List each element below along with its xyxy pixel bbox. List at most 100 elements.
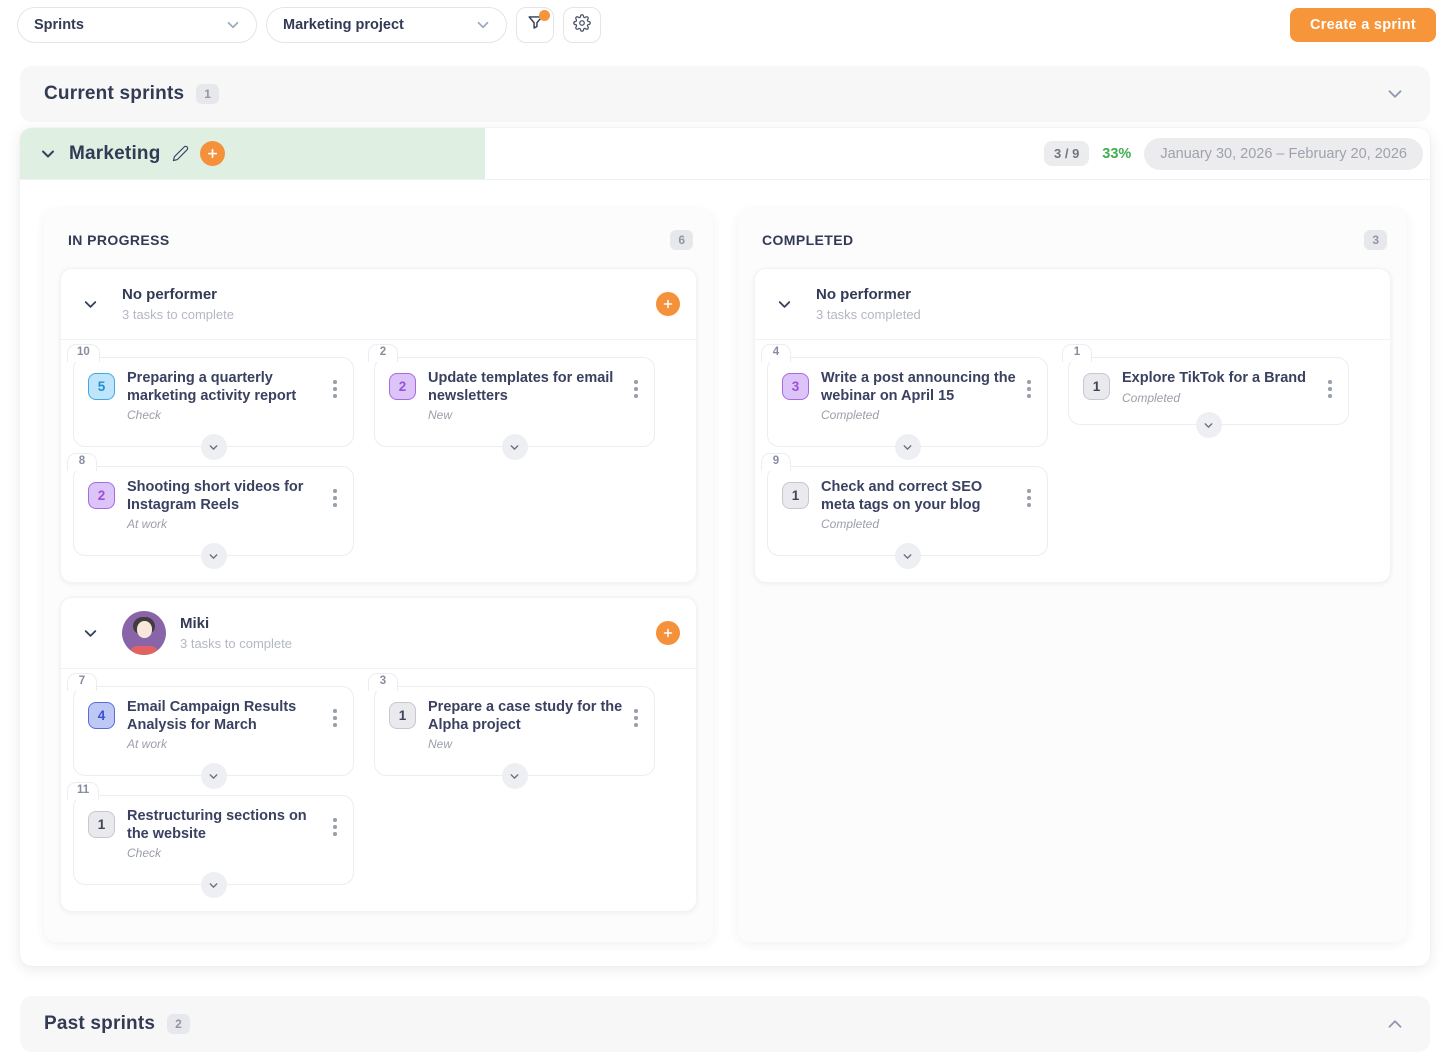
group-subtitle: 3 tasks completed [816, 307, 921, 322]
expand-task-chevron-icon[interactable] [201, 543, 227, 569]
gear-icon [573, 14, 591, 37]
task-id-tab: 7 [67, 673, 97, 691]
sprint-header: Marketing 3 / 9 33% January 30, 2026 – F… [20, 128, 1430, 180]
task-menu-icon[interactable] [325, 808, 345, 884]
task-menu-icon[interactable] [325, 479, 345, 555]
group-name: Miki [180, 615, 292, 632]
view-select[interactable]: Sprints [17, 7, 257, 43]
task-menu-icon[interactable] [1019, 370, 1039, 446]
column-title: COMPLETED [762, 232, 854, 248]
expand-task-chevron-icon[interactable] [201, 763, 227, 789]
expand-task-chevron-icon[interactable] [502, 434, 528, 460]
group-name: No performer [122, 286, 234, 303]
expand-task-chevron-icon[interactable] [201, 872, 227, 898]
create-sprint-button[interactable]: Create a sprint [1290, 8, 1436, 42]
task-menu-icon[interactable] [626, 699, 646, 775]
story-points-badge: 1 [1083, 373, 1110, 400]
settings-button[interactable] [563, 7, 601, 43]
task-status: New [428, 408, 626, 422]
task-status: Completed [1122, 391, 1320, 405]
task-title: Update templates for email newsletters [428, 370, 626, 405]
sprint-progress-percent: 33% [1102, 146, 1131, 162]
expand-task-chevron-icon[interactable] [895, 543, 921, 569]
group-header: Miki 3 tasks to complete [61, 598, 696, 669]
task-card[interactable]: 1 1 Explore TikTok for a Brand Completed [1068, 357, 1349, 425]
task-status: Check [127, 846, 325, 860]
task-id-tab: 3 [368, 673, 398, 691]
task-card[interactable]: 9 1 Check and correct SEO meta tags on y… [767, 466, 1048, 556]
avatar [122, 611, 166, 655]
task-id-tab: 9 [761, 453, 791, 471]
project-select-value: Marketing project [283, 17, 404, 33]
task-menu-icon[interactable] [1019, 479, 1039, 555]
task-card[interactable]: 11 1 Restructuring sections on the websi… [73, 795, 354, 885]
expand-task-chevron-icon[interactable] [502, 763, 528, 789]
chevron-down-icon [474, 16, 492, 34]
collapse-chevron-icon[interactable] [1384, 1013, 1406, 1035]
task-title: Explore TikTok for a Brand [1122, 370, 1320, 388]
column-in-progress: IN PROGRESS 6 No performer 3 tasks to co… [44, 210, 713, 942]
sprint-progress-fraction: 3 / 9 [1044, 141, 1089, 166]
group-collapse-chevron-icon[interactable] [775, 295, 794, 314]
view-select-value: Sprints [34, 17, 84, 33]
toolbar: Sprints Marketing project Create a sprin… [0, 0, 1450, 43]
sprint-header-left: Marketing [20, 128, 485, 179]
task-menu-icon[interactable] [1320, 370, 1340, 424]
group-header: No performer 3 tasks completed [755, 269, 1390, 340]
task-card[interactable]: 8 2 Shooting short videos for Instagram … [73, 466, 354, 556]
task-status: Check [127, 408, 325, 422]
project-select[interactable]: Marketing project [266, 7, 507, 43]
group-collapse-chevron-icon[interactable] [81, 624, 100, 643]
group-name: No performer [816, 286, 921, 303]
expand-task-chevron-icon[interactable] [895, 434, 921, 460]
story-points-badge: 2 [88, 482, 115, 509]
task-card[interactable]: 2 2 Update templates for email newslette… [374, 357, 655, 447]
task-menu-icon[interactable] [325, 370, 345, 446]
edit-pencil-icon[interactable] [172, 145, 189, 162]
group-header: No performer 3 tasks to complete [61, 269, 696, 340]
filter-button[interactable] [516, 7, 554, 43]
sprint-header-right: 3 / 9 33% January 30, 2026 – February 20… [1044, 138, 1430, 170]
group-subtitle: 3 tasks to complete [122, 307, 234, 322]
task-menu-icon[interactable] [626, 370, 646, 446]
current-sprints-section[interactable]: Current sprints 1 [20, 66, 1430, 122]
task-status: Completed [821, 408, 1019, 422]
current-sprints-count: 1 [196, 84, 219, 104]
story-points-badge: 1 [389, 702, 416, 729]
task-card[interactable]: 7 4 Email Campaign Results Analysis for … [73, 686, 354, 776]
expand-task-chevron-icon[interactable] [1196, 412, 1222, 438]
column-count: 6 [670, 230, 693, 250]
group-tasks: 10 5 Preparing a quarterly marketing act… [61, 340, 696, 582]
add-task-button[interactable] [656, 292, 680, 316]
column-title: IN PROGRESS [68, 232, 170, 248]
task-status: At work [127, 737, 325, 751]
task-id-tab: 10 [67, 344, 100, 362]
column-header: COMPLETED 3 [754, 226, 1391, 250]
group-tasks: 7 4 Email Campaign Results Analysis for … [61, 669, 696, 911]
group-tasks: 4 3 Write a post announcing the webinar … [755, 340, 1390, 582]
expand-task-chevron-icon[interactable] [201, 434, 227, 460]
add-task-to-sprint-button[interactable] [200, 141, 225, 166]
sprint-collapse-chevron-icon[interactable] [38, 144, 58, 164]
collapse-chevron-icon[interactable] [1384, 83, 1406, 105]
task-title: Shooting short videos for Instagram Reel… [127, 479, 325, 514]
past-sprints-count: 2 [167, 1014, 190, 1034]
task-title: Prepare a case study for the Alpha proje… [428, 699, 626, 734]
story-points-badge: 4 [88, 702, 115, 729]
story-points-badge: 5 [88, 373, 115, 400]
task-id-tab: 11 [67, 782, 99, 800]
task-id-tab: 8 [67, 453, 97, 471]
add-task-button[interactable] [656, 621, 680, 645]
story-points-badge: 3 [782, 373, 809, 400]
story-points-badge: 2 [389, 373, 416, 400]
task-title: Preparing a quarterly marketing activity… [127, 370, 325, 405]
task-card[interactable]: 3 1 Prepare a case study for the Alpha p… [374, 686, 655, 776]
performer-group-miki: Miki 3 tasks to complete 7 4 [60, 597, 697, 912]
task-menu-icon[interactable] [325, 699, 345, 775]
task-card[interactable]: 4 3 Write a post announcing the webinar … [767, 357, 1048, 447]
past-sprints-section[interactable]: Past sprints 2 [20, 996, 1430, 1052]
task-title: Write a post announcing the webinar on A… [821, 370, 1019, 405]
column-header: IN PROGRESS 6 [60, 226, 697, 250]
group-collapse-chevron-icon[interactable] [81, 295, 100, 314]
task-card[interactable]: 10 5 Preparing a quarterly marketing act… [73, 357, 354, 447]
